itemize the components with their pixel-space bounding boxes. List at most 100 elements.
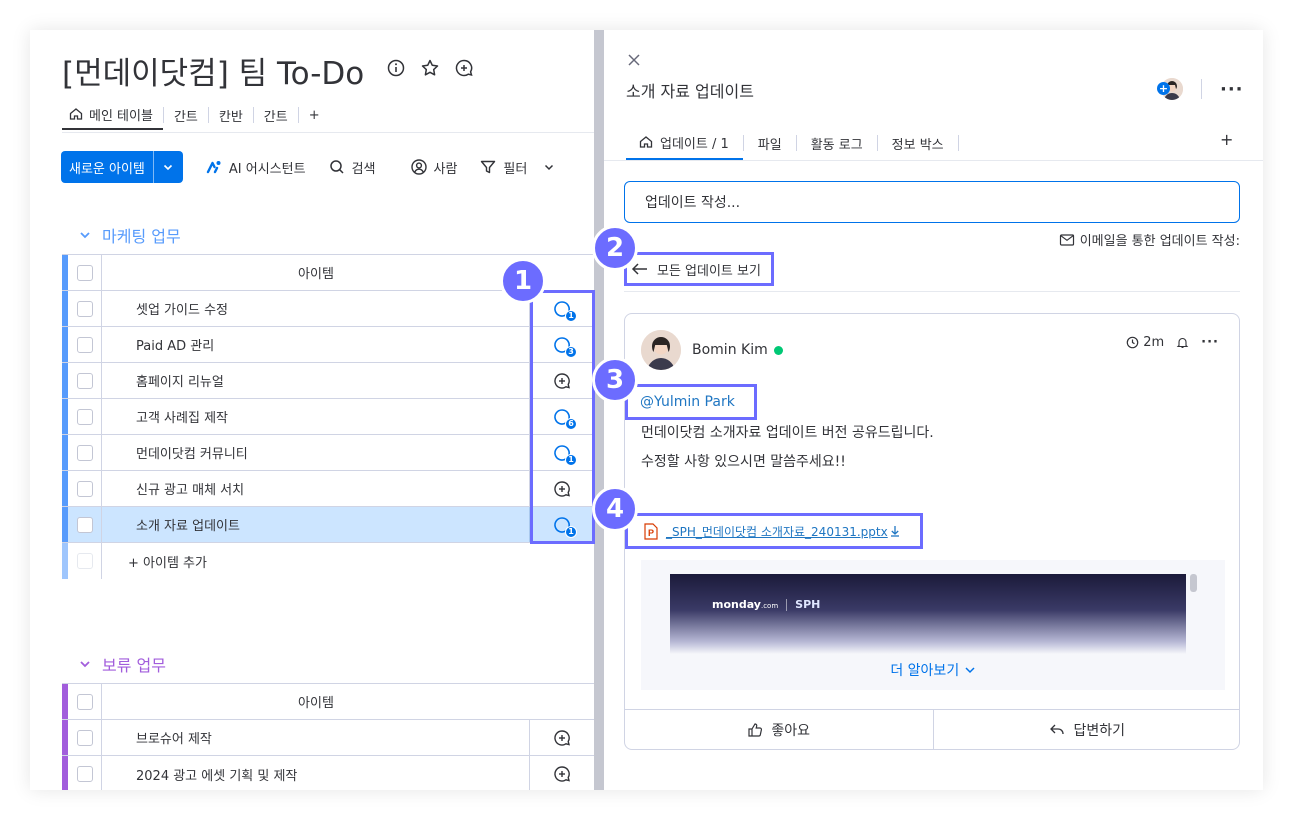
home-icon <box>69 108 83 120</box>
chevron-down-icon[interactable] <box>543 161 555 173</box>
filter-button[interactable]: 필터 <box>479 158 555 177</box>
more-options-icon[interactable]: ··· <box>1220 79 1244 100</box>
table-row[interactable]: 2024 광고 에셋 기획 및 제작 <box>62 756 594 790</box>
select-all-checkbox[interactable] <box>68 255 102 290</box>
person-filter-button[interactable]: 사람 <box>410 158 458 177</box>
panel-header-actions: ··· <box>1161 78 1244 100</box>
item-name[interactable]: 신규 광고 매체 서치 <box>102 471 530 506</box>
panel-tabs: 업데이트 / 1 파일 활동 로그 정보 박스 <box>626 126 959 160</box>
attachment-name: _SPH_먼데이닷컴 소개자료_240131.pptx <box>666 524 888 539</box>
ai-assistant-button[interactable]: AI 어시스턴트 <box>205 158 306 177</box>
view-tab-main-table[interactable]: 메인 테이블 <box>62 100 163 130</box>
view-tab-label: 간트 <box>263 109 288 125</box>
group-title-on-hold[interactable]: 보류 업무 <box>78 652 166 676</box>
table-row[interactable]: Paid AD 관리 3 <box>62 327 594 363</box>
attachment-preview[interactable]: monday.com SPH 더 알아보기 <box>641 560 1225 690</box>
updates-cell[interactable] <box>530 756 594 790</box>
table-row[interactable]: 홈페이지 리뉴얼 <box>62 363 594 399</box>
time-label: 2m <box>1143 335 1165 350</box>
pptx-file-icon: P <box>644 522 658 540</box>
tab-info-box[interactable]: 정보 박스 <box>878 126 958 160</box>
tab-activity-log[interactable]: 활동 로그 <box>797 126 877 160</box>
item-name[interactable]: 고객 사례집 제작 <box>102 399 530 434</box>
group-title-marketing[interactable]: 마케팅 업무 <box>78 223 181 247</box>
view-all-updates-button[interactable]: 모든 업데이트 보기 <box>624 252 774 286</box>
new-item-button[interactable]: 새로운 아이템 <box>61 151 183 183</box>
item-name[interactable]: 2024 광고 에셋 기획 및 제작 <box>102 756 530 790</box>
row-checkbox[interactable] <box>68 327 102 362</box>
search-button[interactable]: 검색 <box>328 158 376 177</box>
table-row[interactable]: 고객 사례집 제작 6 <box>62 399 594 435</box>
item-title: 소개 자료 업데이트 <box>626 82 754 101</box>
updates-cell[interactable] <box>530 720 594 755</box>
update-composer-input[interactable]: 업데이트 작성... <box>624 181 1240 223</box>
item-panel: 소개 자료 업데이트 + ··· 업데이트 / 1 파일 활동 로그 정보 박스… <box>604 30 1263 790</box>
group-title-label: 마케팅 업무 <box>102 227 181 246</box>
row-checkbox[interactable] <box>68 363 102 398</box>
tab-updates[interactable]: 업데이트 / 1 <box>626 126 743 160</box>
brand-text: monday <box>712 598 761 611</box>
avatar[interactable] <box>641 330 681 370</box>
learn-more-link[interactable]: 더 알아보기 <box>641 660 1225 680</box>
table-row[interactable]: 먼데이닷컴 커뮤니티 1 <box>62 435 594 471</box>
annotation-number-2: 2 <box>592 225 638 271</box>
person-label: 사람 <box>433 161 458 177</box>
chevron-down-icon[interactable] <box>78 228 92 242</box>
add-subscriber-icon[interactable]: + <box>1157 82 1170 95</box>
email-update-link[interactable]: 이메일을 통한 업데이트 작성: <box>1059 230 1240 249</box>
post-more-icon[interactable]: ··· <box>1201 335 1219 350</box>
row-checkbox[interactable] <box>68 720 102 755</box>
row-checkbox[interactable] <box>68 756 102 790</box>
view-tab-kanban[interactable]: 칸반 <box>209 100 253 130</box>
preview-scrollbar[interactable] <box>1190 574 1197 592</box>
row-checkbox[interactable] <box>68 471 102 506</box>
row-checkbox[interactable] <box>68 291 102 326</box>
attachment-link[interactable]: P _SPH_먼데이닷컴 소개자료_240131.pptx <box>625 513 923 549</box>
add-tab-button[interactable]: + <box>1220 130 1233 149</box>
add-update-icon[interactable] <box>454 58 474 78</box>
add-view-label: + <box>308 107 320 123</box>
view-tab-gantt-2[interactable]: 간트 <box>254 100 298 130</box>
view-tab-label: 칸반 <box>218 109 243 125</box>
row-checkbox[interactable] <box>68 507 102 542</box>
star-icon[interactable] <box>420 58 440 78</box>
reply-label: 답변하기 <box>1073 722 1126 739</box>
table-row[interactable]: 신규 광고 매체 서치 <box>62 471 594 507</box>
panel-resize-scrollbar[interactable] <box>594 30 604 790</box>
post-author[interactable]: Bomin Kim <box>692 342 783 358</box>
row-checkbox[interactable] <box>68 399 102 434</box>
like-button[interactable]: 좋아요 <box>625 710 934 749</box>
tab-files[interactable]: 파일 <box>744 126 796 160</box>
add-update-icon[interactable] <box>552 728 572 748</box>
chevron-down-icon[interactable] <box>78 657 92 671</box>
new-item-dropdown[interactable] <box>152 151 183 183</box>
bell-icon[interactable] <box>1176 336 1189 349</box>
view-tab-gantt[interactable]: 간트 <box>164 100 208 130</box>
post-meta: 2m ··· <box>1126 335 1219 350</box>
svg-text:P: P <box>648 528 654 538</box>
info-icon[interactable] <box>386 58 406 78</box>
row-checkbox[interactable] <box>68 435 102 470</box>
item-name[interactable]: 브로슈어 제작 <box>102 720 530 755</box>
select-all-checkbox[interactable] <box>68 684 102 719</box>
thumbs-up-icon <box>748 722 763 737</box>
arrow-left-icon <box>631 263 647 275</box>
download-icon[interactable] <box>890 525 900 537</box>
add-view-button[interactable]: + <box>299 100 330 130</box>
item-name[interactable]: 소개 자료 업데이트 <box>102 507 530 542</box>
reply-button[interactable]: 답변하기 <box>934 710 1240 749</box>
post-body-line: 먼데이닷컴 소개자료 업데이트 버전 공유드립니다. <box>641 425 934 441</box>
divider <box>62 132 594 133</box>
table-row[interactable]: 브로슈어 제작 <box>62 720 594 756</box>
item-name[interactable]: 먼데이닷컴 커뮤니티 <box>102 435 530 470</box>
add-update-icon[interactable] <box>552 764 572 784</box>
close-icon[interactable] <box>626 52 642 68</box>
table-row-selected[interactable]: 소개 자료 업데이트 1 <box>62 507 594 543</box>
add-item-row[interactable]: + 아이템 추가 <box>62 543 594 579</box>
mention-tag[interactable]: @Yulmin Park <box>625 384 757 420</box>
author-name: Bomin Kim <box>692 342 768 358</box>
add-item-label[interactable]: + 아이템 추가 <box>102 543 594 579</box>
item-name[interactable]: 셋업 가이드 수정 <box>102 291 530 326</box>
item-name[interactable]: Paid AD 관리 <box>102 327 530 362</box>
item-name[interactable]: 홈페이지 리뉴얼 <box>102 363 530 398</box>
